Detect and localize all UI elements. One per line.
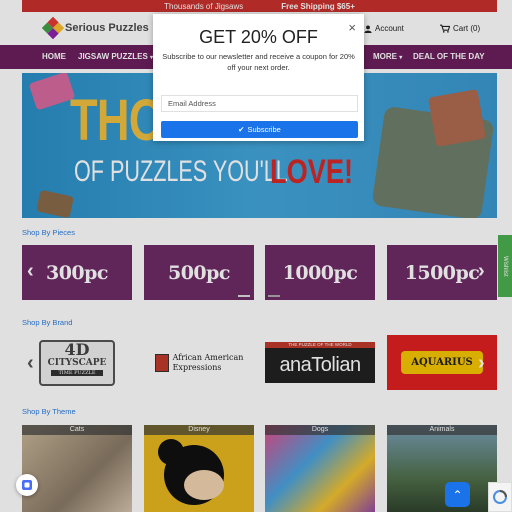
chevron-up-icon: ⌃ xyxy=(452,487,463,502)
modal-title: GET 20% OFF xyxy=(199,27,318,47)
subscribe-label: Subscribe xyxy=(247,125,281,134)
newsletter-modal: × GET 20% OFF Subscribe to our newslette… xyxy=(153,14,364,141)
subscribe-button[interactable]: ✔ Subscribe xyxy=(161,121,358,138)
chat-widget-button[interactable] xyxy=(16,474,38,496)
scroll-to-top-button[interactable]: ⌃ xyxy=(445,482,470,507)
recaptcha-icon xyxy=(493,490,507,504)
modal-description: Subscribe to our newsletter and receive … xyxy=(162,52,355,72)
email-field[interactable] xyxy=(161,95,358,112)
recaptcha-badge[interactable] xyxy=(488,482,512,512)
chat-icon xyxy=(22,480,32,490)
check-icon: ✔ xyxy=(238,125,245,134)
